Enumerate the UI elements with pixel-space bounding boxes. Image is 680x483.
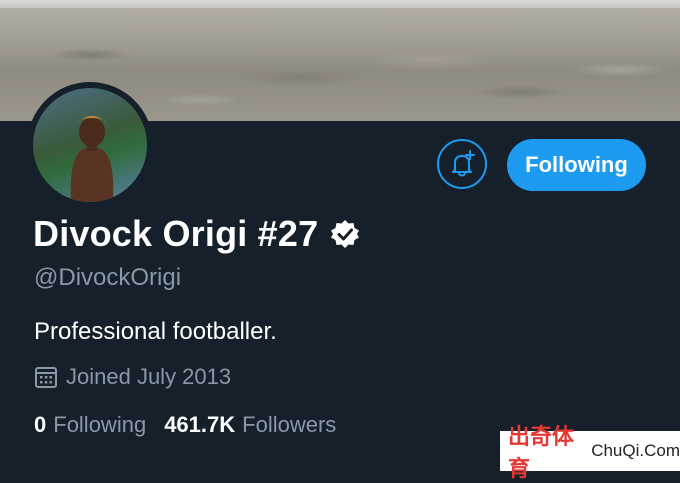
watermark: 出奇体育 ChuQi.Com (500, 424, 680, 481)
followers-count: 461.7K (164, 412, 236, 437)
avatar-person (70, 116, 114, 202)
bell-plus-icon (452, 150, 475, 177)
followers-label: Followers (242, 412, 337, 437)
banner-water (0, 0, 680, 8)
joined-date: Joined July 2013 (66, 364, 232, 389)
profile-bio: Professional footballer. (34, 318, 277, 345)
follow-stats: 0 Following 461.7K Followers (34, 412, 354, 438)
watermark-cn: 出奇体育 (508, 424, 575, 481)
following-label: Following (53, 412, 147, 437)
watermark-en: ChuQi.Com (591, 441, 680, 460)
profile-name: Divock Origi #27 (33, 213, 319, 254)
verified-badge-icon (331, 220, 360, 248)
notifications-button[interactable] (437, 139, 487, 189)
following-stat-link[interactable]: 0 Following (34, 412, 146, 438)
calendar-icon (35, 367, 57, 388)
following-count: 0 (34, 412, 47, 437)
joined-date-row: Joined July 2013 (34, 364, 231, 390)
profile-handle: @DivockOrigi (34, 264, 182, 291)
avatar[interactable] (33, 88, 147, 202)
followers-stat-link[interactable]: 461.7K Followers (164, 412, 336, 438)
following-button[interactable]: Following (507, 139, 646, 191)
profile-name-row: Divock Origi #27 (33, 213, 360, 255)
